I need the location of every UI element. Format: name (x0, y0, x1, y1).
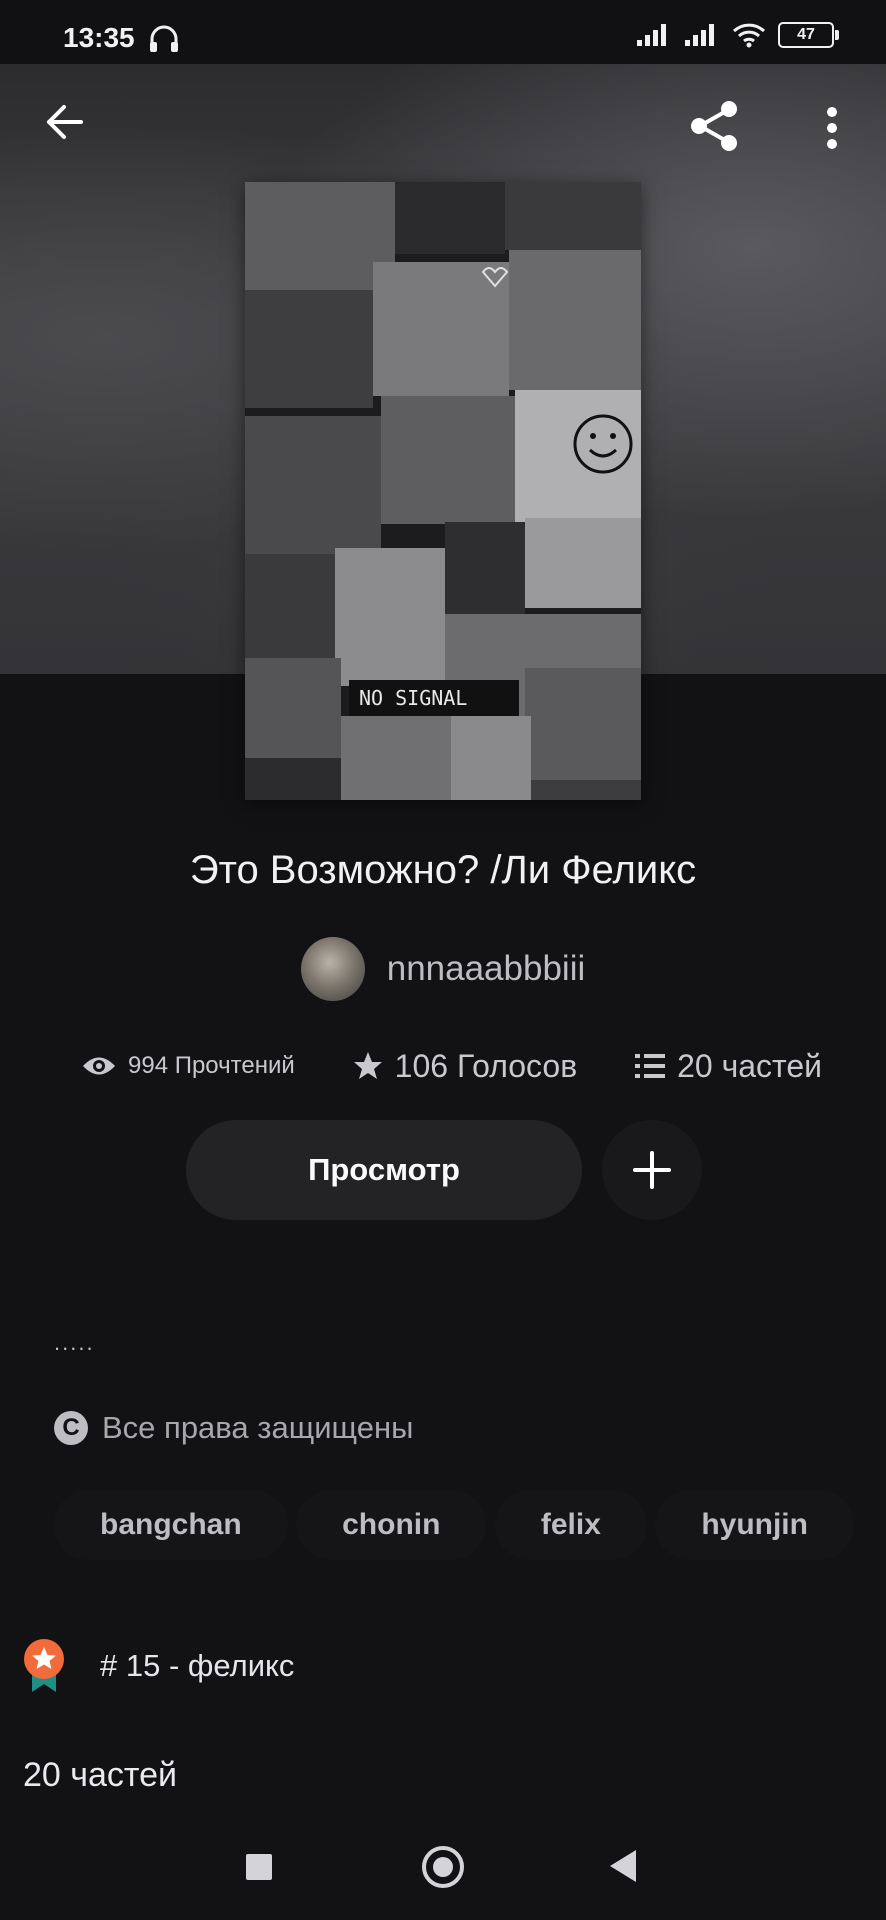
headset-icon (150, 25, 178, 52)
story-cover: NO SIGNAL (245, 182, 641, 800)
status-bar: 13:35 47 (0, 0, 886, 64)
cover-no-signal-label: NO SIGNAL (349, 680, 519, 716)
recent-apps-button[interactable] (246, 1854, 272, 1880)
copyright-text: Все права защищены (102, 1410, 414, 1445)
view-button[interactable]: Просмотр (186, 1120, 582, 1220)
parts-header: 20 частей (23, 1756, 177, 1794)
author-name[interactable]: nnnaaabbbiii (387, 949, 586, 989)
battery-indicator: 47 (778, 22, 839, 48)
back-button[interactable] (38, 96, 90, 148)
list-icon (635, 1054, 666, 1078)
votes-count: 106 Голосов (394, 1047, 578, 1084)
more-options-button[interactable] (812, 100, 852, 156)
more-vertical-icon (827, 107, 837, 149)
copyright-row: C Все права защищены (54, 1410, 413, 1446)
copyright-icon: C (54, 1411, 88, 1445)
tag-bangchan[interactable]: bangchan (54, 1490, 288, 1560)
author-avatar[interactable] (300, 937, 365, 1001)
status-icons: 47 (636, 22, 839, 48)
wifi-icon (732, 23, 766, 48)
plus-icon (633, 1151, 671, 1189)
stat-parts: 20 частей (635, 1048, 822, 1085)
story-title: Это Возможно? /Ли Феликс (189, 848, 697, 892)
home-button[interactable] (422, 1846, 464, 1888)
parts-count-stat: 20 частей (677, 1047, 822, 1084)
story-description: ..... (54, 1330, 95, 1355)
author-row[interactable]: nnnaaabbbiii (0, 936, 886, 1002)
signal-icon (637, 24, 666, 46)
system-back-button[interactable] (610, 1850, 636, 1882)
rank-text: # 15 - феликс (100, 1648, 295, 1683)
story-stats: 994 Прочтений 106 Голосов 20 частей (82, 1040, 822, 1092)
share-button[interactable] (684, 96, 744, 156)
tag-chonin[interactable]: chonin (296, 1490, 487, 1560)
tag-hyunjin[interactable]: hyunjin (655, 1490, 854, 1560)
stat-votes: 106 Голосов (353, 1047, 578, 1085)
arrow-left-icon (47, 105, 83, 139)
star-icon (353, 1052, 382, 1079)
share-icon (691, 101, 737, 151)
tag-felix[interactable]: felix (494, 1490, 647, 1560)
stat-reads: 994 Прочтений (82, 1052, 295, 1080)
status-time: 13:35 (63, 22, 135, 53)
tag-list: bangchan chonin felix hyunjin (54, 1490, 854, 1560)
add-to-library-button[interactable] (602, 1120, 702, 1220)
system-nav-bar (0, 1832, 886, 1920)
reads-count: 994 Прочтений (128, 1052, 295, 1079)
eye-icon (83, 1057, 115, 1075)
signal-icon-2 (685, 24, 714, 46)
rank-row[interactable]: # 15 - феликс (22, 1638, 294, 1694)
award-icon (24, 1639, 64, 1692)
